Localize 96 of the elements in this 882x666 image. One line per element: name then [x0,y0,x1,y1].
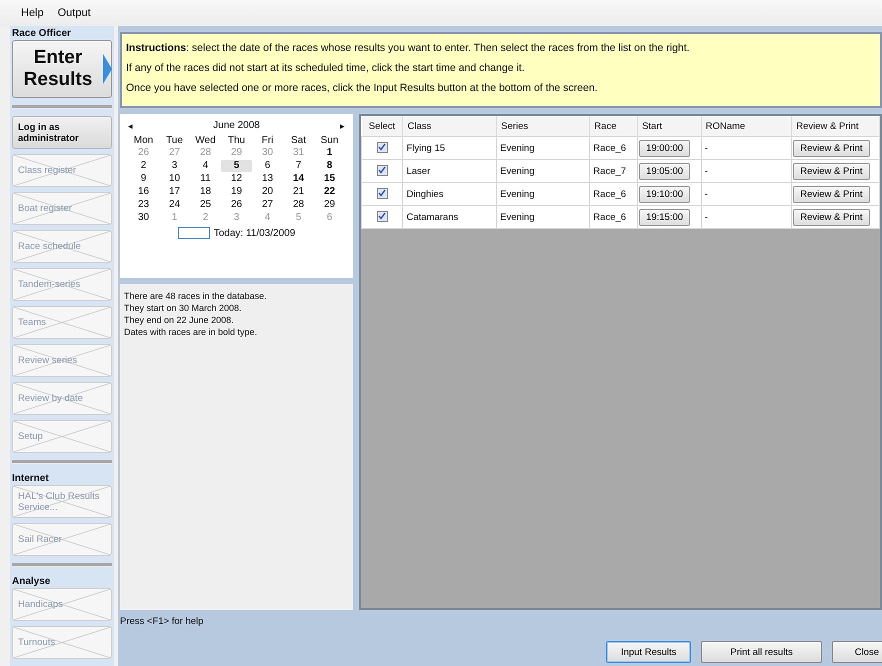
section-heading: Analyse [12,575,52,587]
calendar-day[interactable]: 7 [283,160,314,172]
section-heading: Internet [12,472,50,484]
weekday-label: Wed [194,135,217,146]
section-heading: Race Officer [12,27,72,39]
checkbox[interactable] [376,142,388,153]
start-time-button[interactable]: 19:10:00 [639,186,690,202]
table-cell: - [701,206,792,228]
review-print-button[interactable]: Review & Print [793,162,870,180]
info-text: They end on 22 June 2008. [124,314,235,326]
table-cell: - [701,160,792,182]
calendar-day[interactable]: 29 [314,199,345,211]
column-header[interactable]: Select [362,116,403,136]
table-cell: Dinghies [402,182,497,206]
footer-button[interactable]: Close [832,641,882,663]
table-cell: Flying 15 [402,136,497,160]
calendar-day[interactable]: 26 [221,199,252,211]
table-cell: Race_6 [590,136,638,160]
footer-button[interactable]: Print all results [701,641,822,663]
calendar-day[interactable]: 27 [252,199,283,211]
instruction-text: Instructions: select the date of the races whose results you want to enter. Then select the races from the list on the right. [126,41,691,56]
calendar-day[interactable]: 9 [128,173,159,185]
calendar-day[interactable]: 15 [314,173,345,185]
today-marker [178,227,210,239]
weekday-label: Tue [165,135,184,146]
calendar-day[interactable]: 20 [252,186,283,198]
instruction-text: Once you have selected one or more races, click the Input Results button at the bottom of the screen. [126,81,599,96]
calendar-day[interactable]: 6 [252,160,283,172]
enter-results-button[interactable]: Enter Results [12,40,112,98]
table-cell: Evening [496,182,590,206]
info-text: They start on 30 March 2008. [124,302,243,314]
calendar-day[interactable]: 3 [159,160,190,172]
weekday-label: Sat [290,135,307,146]
table-cell: - [701,136,792,160]
calendar-day[interactable]: 16 [128,186,159,198]
calendar-day[interactable]: 13 [252,173,283,185]
start-time-button[interactable]: 19:15:00 [639,208,690,226]
checkbox[interactable] [376,188,388,199]
calendar-day[interactable]: 18 [190,186,221,198]
column-header[interactable]: ROName [701,116,792,136]
calendar-day[interactable]: 5 [221,160,252,172]
weekday-label: Mon [132,135,154,146]
column-header[interactable]: Race [590,116,638,136]
previous-month-button[interactable]: ◂ [128,120,133,130]
calendar-day[interactable]: 22 [314,186,345,198]
column-header[interactable]: Class [402,116,497,136]
calendar-day[interactable]: 21 [283,186,314,198]
weekday-label: Sun [320,135,340,146]
today-link[interactable]: Today: 11/03/2009 [214,228,296,238]
table-cell: Laser [402,160,497,182]
calendar-day[interactable]: 10 [159,173,190,185]
calendar-day[interactable]: 8 [314,160,345,172]
month-title: June 2008 [213,120,260,131]
calendar-day[interactable]: 19 [221,186,252,198]
footer-button[interactable]: Input Results [606,641,692,663]
calendar-day[interactable]: 17 [159,186,190,198]
calendar-day[interactable]: 4 [190,160,221,172]
checkbox[interactable] [376,210,388,222]
review-print-button[interactable]: Review & Print [793,208,870,226]
menu-item[interactable]: Output [52,5,96,21]
table-cell: Catamarans [402,206,497,228]
calendar-day[interactable]: 25 [190,199,221,211]
column-header[interactable]: Start [638,116,702,136]
status-text: Press <F1> for help [120,615,204,627]
instruction-text: If any of the races did not start at its scheduled time, click the start time and change it. [126,61,526,76]
arrow-icon [103,54,112,84]
weekday-label: Fri [260,135,274,146]
start-time-button[interactable]: 19:05:00 [639,162,690,180]
calendar-day[interactable]: 28 [283,199,314,211]
start-time-button[interactable]: 19:00:00 [639,140,690,156]
table-cell: Evening [496,206,590,228]
table-cell: - [701,182,792,206]
calendar-day[interactable]: 1 [314,147,345,159]
review-print-button[interactable]: Review & Print [793,186,870,202]
table-cell: Evening [496,136,590,160]
review-print-button[interactable]: Review & Print [793,140,870,156]
calendar-day[interactable]: 12 [221,173,252,185]
calendar-day[interactable]: 30 [128,212,159,224]
info-text: Dates with races are in bold type. [124,326,258,338]
next-month-button[interactable]: ▸ [340,120,345,130]
table-cell: Race_6 [590,206,638,228]
menu-item[interactable]: Help [16,5,49,21]
weekday-label: Thu [226,135,246,146]
column-header[interactable]: Review & Print [792,116,880,136]
checkbox[interactable] [376,164,388,176]
info-text: There are 48 races in the database. [124,290,268,302]
calendar-day[interactable]: 14 [283,173,314,185]
table-cell: Race_6 [590,182,638,206]
column-header[interactable]: Series [496,116,590,136]
calendar-day[interactable]: 23 [128,199,159,211]
calendar-day[interactable]: 2 [128,160,159,172]
table-cell: Evening [496,160,590,182]
calendar-day[interactable]: 24 [159,199,190,211]
calendar-day[interactable]: 11 [190,173,221,185]
table-cell: Race_7 [590,160,638,182]
sidebar-button[interactable]: Log in as administrator [12,116,112,149]
